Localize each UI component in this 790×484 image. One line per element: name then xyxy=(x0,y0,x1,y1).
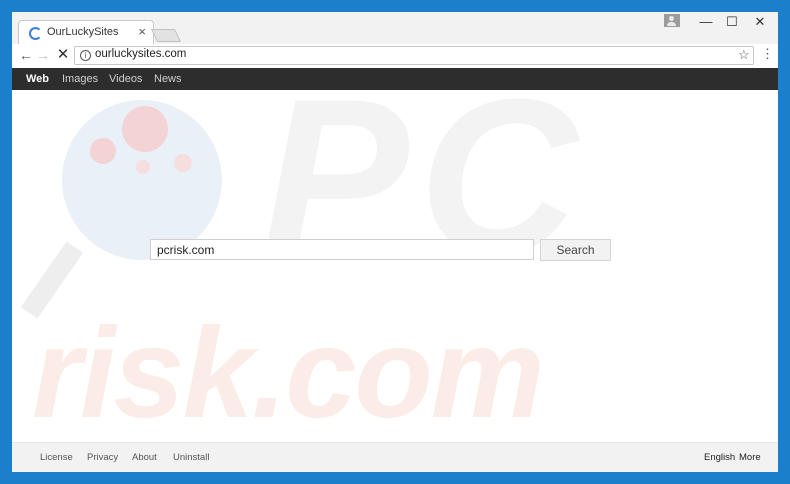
stop-loading-icon[interactable]: ✕ xyxy=(55,46,71,64)
search-button[interactable]: Search xyxy=(540,239,611,261)
watermark-dot xyxy=(174,154,192,172)
address-url[interactable]: ourluckysites.com xyxy=(95,48,186,60)
site-info-icon[interactable]: i xyxy=(80,50,91,61)
title-bar: OurLuckySites × — ☐ ✕ xyxy=(12,12,778,44)
browser-toolbar: ← → ✕ i ourluckysites.com ☆ ⋮ xyxy=(12,44,778,69)
page-content: PC risk.com Search xyxy=(12,90,778,442)
nav-news[interactable]: News xyxy=(154,73,182,85)
site-navbar: Web Images Videos News xyxy=(12,68,778,90)
browser-tab[interactable]: OurLuckySites × xyxy=(18,20,154,44)
footer-link-privacy[interactable]: Privacy xyxy=(87,452,118,463)
footer-link-license[interactable]: License xyxy=(40,452,73,463)
watermark-dot xyxy=(90,138,116,164)
watermark-dot xyxy=(122,106,168,152)
browser-window: OurLuckySites × — ☐ ✕ ← → ✕ i ourluckysi… xyxy=(12,12,778,472)
search-input[interactable] xyxy=(150,239,534,260)
close-window-button[interactable]: ✕ xyxy=(746,12,774,32)
loading-spinner-icon xyxy=(29,27,42,40)
profile-icon[interactable] xyxy=(664,14,680,27)
browser-menu-icon[interactable]: ⋮ xyxy=(761,46,774,62)
watermark-pc-text: PC xyxy=(262,90,588,299)
footer-link-uninstall[interactable]: Uninstall xyxy=(173,452,209,463)
nav-images[interactable]: Images xyxy=(62,73,98,85)
tab-title: OurLuckySites xyxy=(47,26,119,38)
forward-arrow-icon[interactable]: → xyxy=(35,46,51,64)
minimize-button[interactable]: — xyxy=(692,12,720,32)
bookmark-star-icon[interactable]: ☆ xyxy=(738,47,750,63)
watermark-risk-text: risk.com xyxy=(32,302,544,442)
maximize-button[interactable]: ☐ xyxy=(718,12,746,32)
new-tab-button[interactable] xyxy=(150,29,182,42)
footer-link-english[interactable]: English xyxy=(704,452,735,463)
nav-videos[interactable]: Videos xyxy=(109,73,142,85)
nav-web[interactable]: Web xyxy=(26,73,49,85)
watermark-dot xyxy=(136,160,150,174)
footer-link-about[interactable]: About xyxy=(132,452,157,463)
footer-link-more[interactable]: More xyxy=(739,452,761,463)
tab-close-icon[interactable]: × xyxy=(138,24,146,39)
address-bar[interactable]: i ourluckysites.com ☆ xyxy=(74,46,754,65)
page-footer: License Privacy About Uninstall English … xyxy=(12,442,778,472)
back-arrow-icon[interactable]: ← xyxy=(18,46,34,64)
